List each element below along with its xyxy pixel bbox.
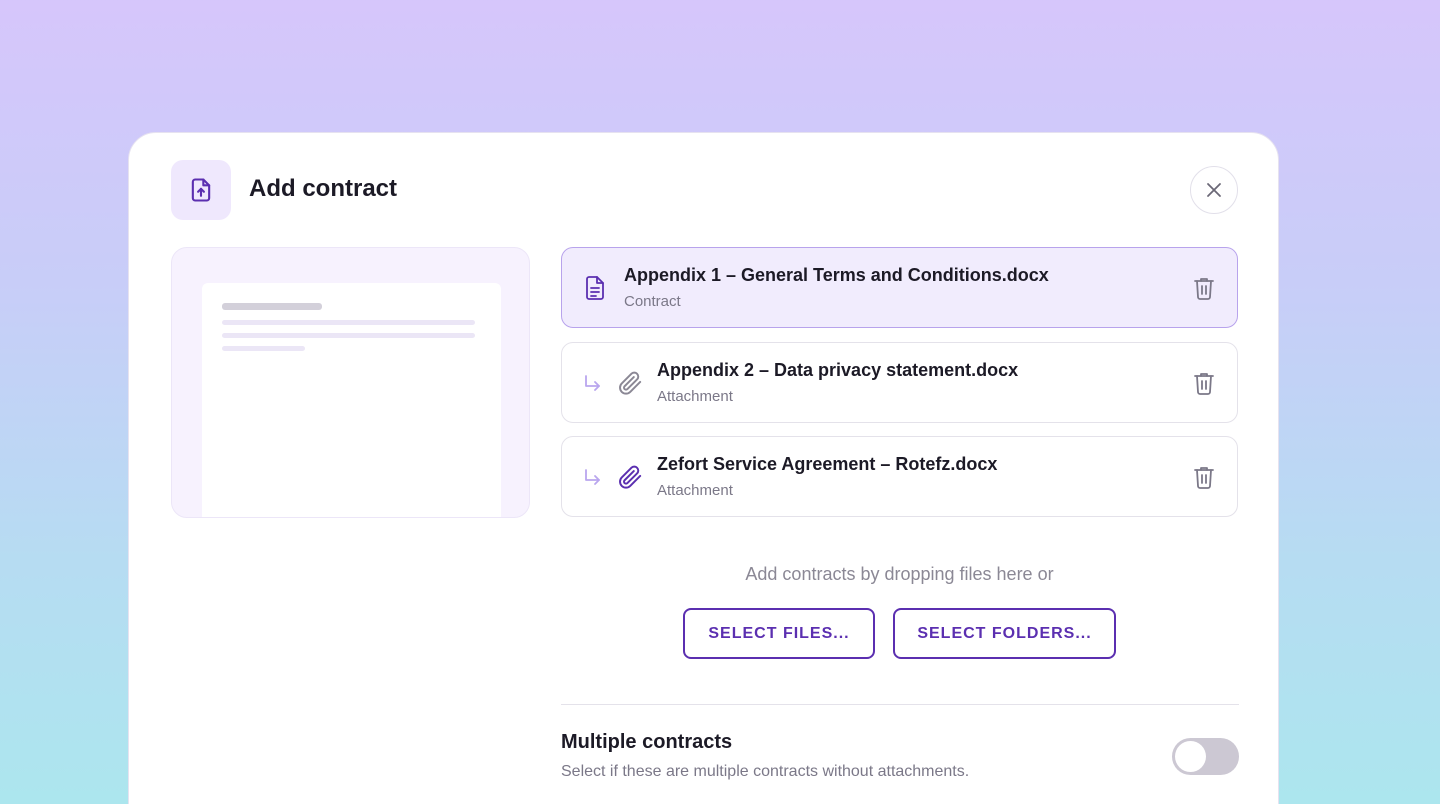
modal-title: Add contract bbox=[249, 175, 398, 202]
file-item-contract[interactable]: Appendix 1 – General Terms and Condition… bbox=[561, 247, 1238, 328]
drop-instructions: Add contracts by dropping files here or bbox=[745, 564, 1054, 584]
file-type: Attachment bbox=[657, 482, 733, 499]
preview-line bbox=[222, 333, 475, 338]
trash-icon bbox=[1194, 467, 1214, 489]
select-folders-button[interactable]: SELECT FOLDERS... bbox=[893, 608, 1116, 659]
file-upload-icon bbox=[171, 160, 231, 220]
preview-line bbox=[222, 303, 322, 310]
preview-line bbox=[222, 320, 475, 325]
file-name: Appendix 2 – Data privacy statement.docx bbox=[657, 360, 1019, 380]
paperclip-icon bbox=[617, 369, 643, 397]
trash-icon bbox=[1194, 373, 1214, 395]
delete-button[interactable] bbox=[1191, 464, 1217, 490]
delete-button[interactable] bbox=[1191, 370, 1217, 396]
divider bbox=[561, 704, 1239, 705]
close-icon bbox=[1207, 183, 1221, 197]
file-name: Appendix 1 – General Terms and Condition… bbox=[624, 265, 1049, 285]
preview-page bbox=[202, 283, 501, 517]
file-name: Zefort Service Agreement – Rotefz.docx bbox=[657, 454, 998, 474]
preview-line bbox=[222, 346, 305, 351]
add-contract-modal: Add contract Appendix 1 – General Terms … bbox=[128, 132, 1279, 804]
file-item-attachment[interactable]: Zefort Service Agreement – Rotefz.docx A… bbox=[561, 436, 1238, 517]
file-item-attachment[interactable]: Appendix 2 – Data privacy statement.docx… bbox=[561, 342, 1238, 423]
subdirectory-arrow-icon bbox=[585, 469, 600, 485]
multiple-contracts-toggle[interactable] bbox=[1172, 738, 1239, 775]
paperclip-icon bbox=[617, 463, 643, 491]
file-type: Contract bbox=[624, 293, 681, 310]
close-button[interactable] bbox=[1190, 166, 1238, 214]
delete-button[interactable] bbox=[1191, 275, 1217, 301]
multiple-contracts-description: Select if these are multiple contracts w… bbox=[561, 763, 970, 780]
document-icon bbox=[582, 274, 608, 302]
multiple-contracts-title: Multiple contracts bbox=[561, 731, 733, 753]
select-files-button[interactable]: SELECT FILES... bbox=[683, 608, 875, 659]
document-preview bbox=[171, 247, 530, 518]
toggle-knob bbox=[1175, 741, 1206, 772]
file-type: Attachment bbox=[657, 388, 733, 405]
trash-icon bbox=[1194, 278, 1214, 300]
subdirectory-arrow-icon bbox=[585, 375, 600, 391]
